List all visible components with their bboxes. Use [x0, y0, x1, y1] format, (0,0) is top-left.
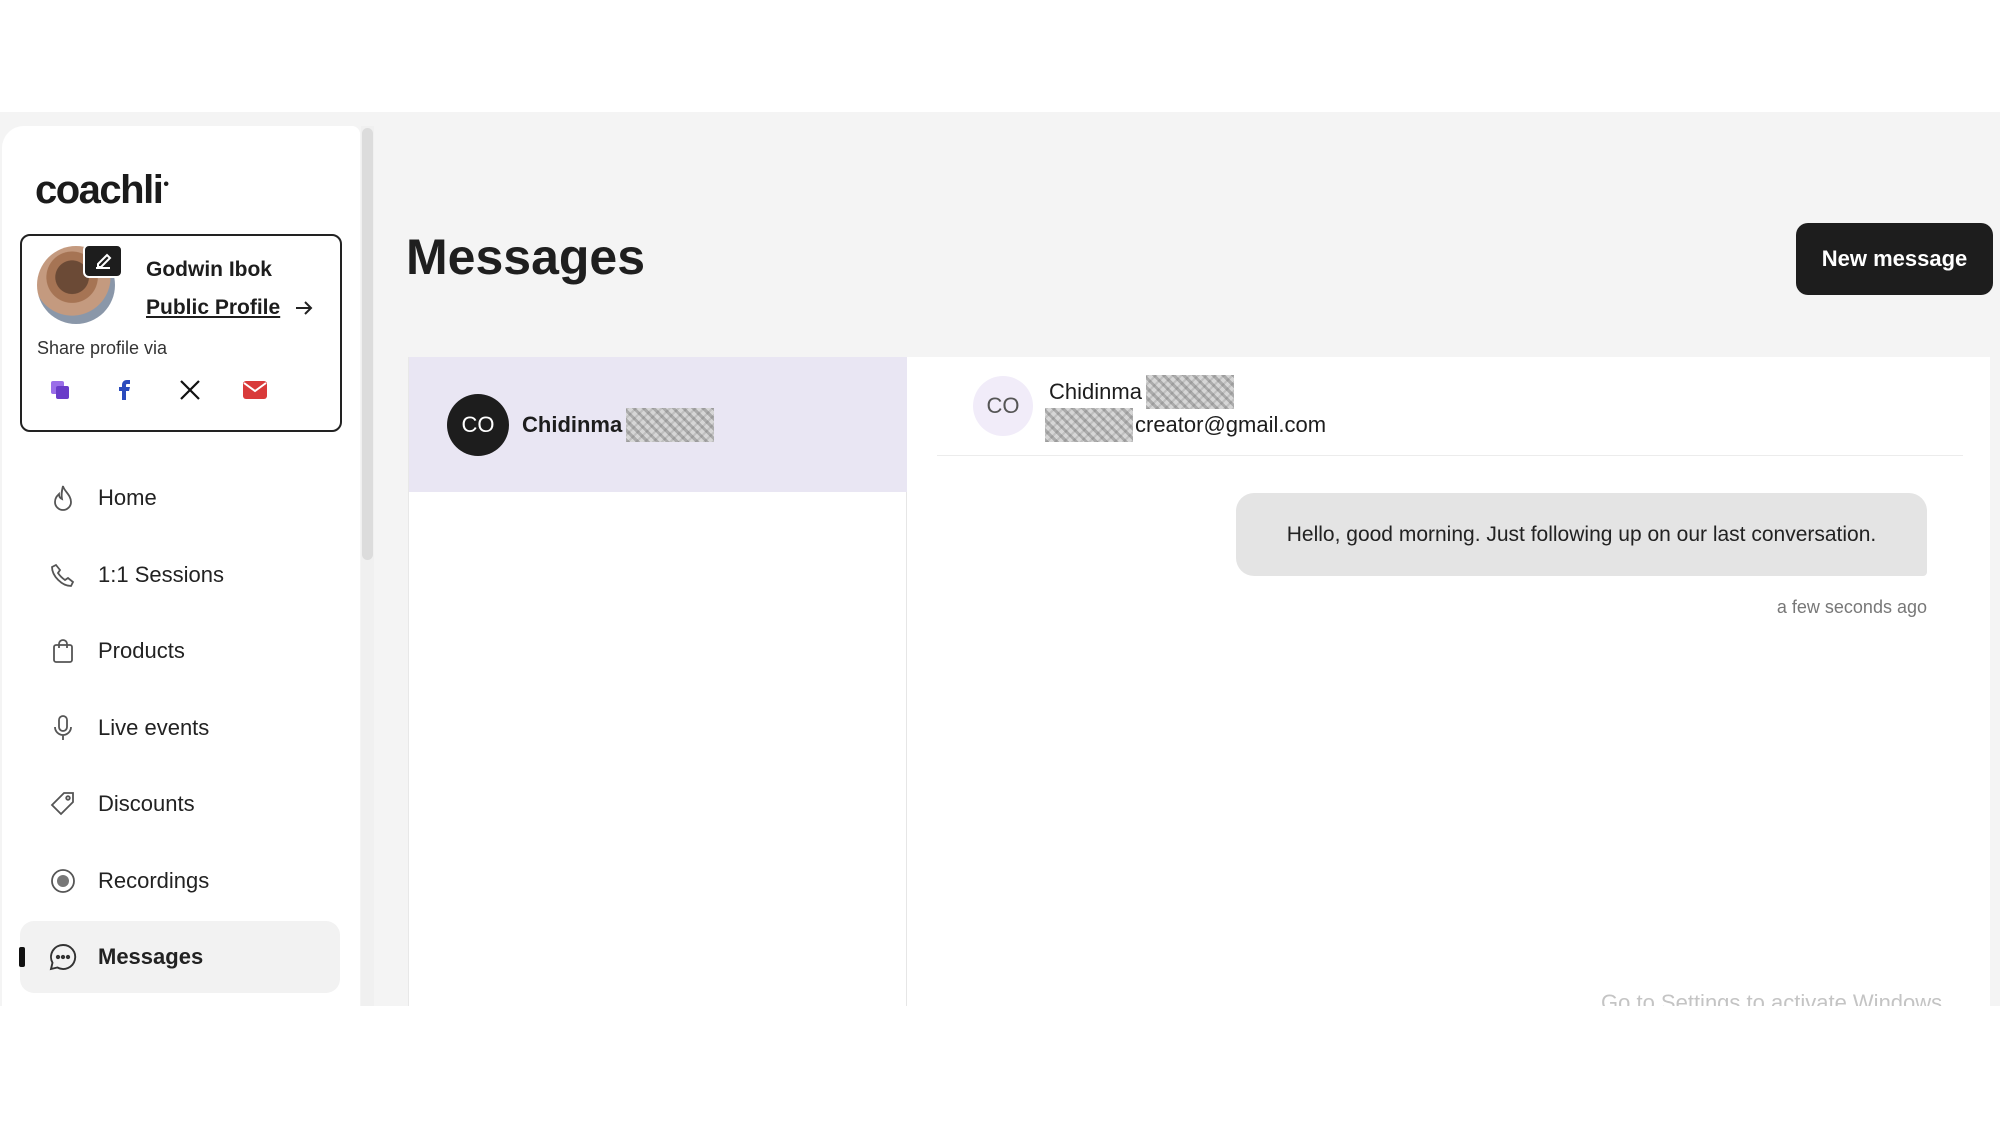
flame-icon [48, 483, 78, 513]
message-bubble: Hello, good morning. Just following up o… [1236, 493, 1927, 576]
public-profile-label: Public Profile [146, 296, 281, 319]
share-icons [46, 376, 269, 404]
conversation-first-name: Chidinma [522, 411, 623, 437]
os-activation-watermark: Go to Settings to activate Windows [1601, 990, 1943, 1006]
sidebar-item-products[interactable]: Products [20, 615, 340, 687]
redacted-text [626, 407, 715, 442]
sidebar-item-label: Discounts [98, 791, 195, 816]
sidebar-item-label: Messages [98, 944, 204, 969]
app-viewport: coachli• Godwin Ibok Public Profile Shar… [0, 112, 2000, 1006]
edit-avatar-button[interactable] [83, 244, 123, 278]
redacted-text [1045, 408, 1133, 442]
profile-name: Godwin Ibok [146, 258, 272, 281]
sidebar-nav: Home 1:1 Sessions Products Live events D… [19, 462, 340, 998]
profile-card: Godwin Ibok Public Profile Share profile… [20, 234, 342, 432]
conversation-item[interactable]: CO Chidinma [409, 357, 907, 492]
redacted-text [1145, 375, 1234, 409]
chat-icon [48, 942, 78, 972]
conversation-name: Chidinma [522, 407, 715, 442]
sidebar-item-home[interactable]: Home [20, 462, 340, 534]
chat-contact-email-text: creator@gmail.com [1135, 412, 1327, 437]
facebook-icon[interactable] [111, 376, 139, 404]
public-profile-link[interactable]: Public Profile [146, 296, 314, 320]
microphone-icon [48, 713, 78, 743]
x-icon[interactable] [176, 376, 204, 404]
sidebar-item-label: Recordings [98, 867, 210, 893]
record-icon [48, 866, 78, 896]
new-message-button[interactable]: New message [1796, 223, 1993, 295]
sidebar-item-label: Home [98, 485, 157, 510]
active-indicator [19, 947, 25, 967]
page-title: Messages [406, 229, 646, 285]
chat-contact-first-name: Chidinma [1049, 379, 1142, 404]
share-profile-label: Share profile via [37, 338, 168, 358]
conversation-list: CO Chidinma [409, 357, 907, 1006]
pencil-icon [96, 253, 112, 269]
chat-pane: CO Chidinma creator@gmail.com Hello, goo… [937, 357, 1991, 1006]
sidebar-item-discounts[interactable]: Discounts [20, 768, 340, 840]
chat-contact-email: creator@gmail.com [1045, 408, 1326, 442]
sidebar-item-messages[interactable]: Messages [19, 921, 340, 993]
sidebar-item-sessions[interactable]: 1:1 Sessions [20, 539, 340, 611]
sidebar-item-recordings[interactable]: Recordings [20, 845, 340, 917]
phone-icon [48, 560, 78, 590]
sidebar-item-label: Live events [98, 714, 210, 740]
sidebar-item-label: 1:1 Sessions [98, 561, 224, 587]
avatar: CO [973, 376, 1033, 436]
sidebar-item-live-events[interactable]: Live events [20, 692, 340, 764]
email-icon[interactable] [241, 376, 269, 404]
messages-panel: CO Chidinma CO Chidinma creator@gmail.co… [408, 357, 1990, 1006]
sidebar-item-label: Products [98, 638, 185, 663]
chat-contact-name: Chidinma [1049, 375, 1234, 409]
avatar: CO [447, 393, 509, 456]
copy-link-icon[interactable] [46, 376, 74, 404]
bag-icon [48, 636, 78, 666]
sidebar-scrollbar[interactable] [361, 126, 374, 1006]
arrow-right-icon [296, 301, 313, 315]
scrollbar-thumb[interactable] [362, 128, 373, 560]
chat-header: CO Chidinma creator@gmail.com [937, 357, 1963, 456]
app-logo[interactable]: coachli• [35, 168, 169, 213]
tag-icon [48, 789, 78, 819]
sidebar: coachli• Godwin Ibok Public Profile Shar… [2, 126, 360, 1006]
message-timestamp: a few seconds ago [1776, 597, 1927, 617]
